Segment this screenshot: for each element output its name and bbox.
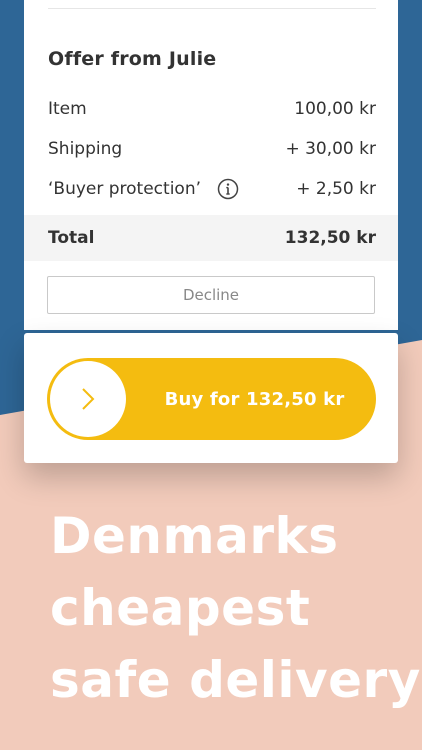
price-row-label: ‘Buyer protection’ <box>48 179 201 199</box>
buy-label: Buy for 132,50 kr <box>164 388 345 410</box>
price-row-value: + 2,50 kr <box>296 179 376 199</box>
total-value: 132,50 kr <box>284 228 376 248</box>
total-row: Total 132,50 kr <box>48 226 376 250</box>
price-row-buyer-protection: ‘Buyer protection’ + 2,50 kr <box>48 177 376 201</box>
promo-headline: Denmarks cheapest safe delivery <box>50 500 422 716</box>
promo-line: Denmarks <box>50 507 339 565</box>
buy-slider-button[interactable]: Buy for 132,50 kr <box>47 358 376 440</box>
decline-button[interactable]: Decline <box>47 276 375 314</box>
offer-card: Offer from Julie Item 100,00 kr Shipping… <box>24 0 398 330</box>
price-row-shipping: Shipping + 30,00 kr <box>48 137 376 161</box>
price-row-item: Item 100,00 kr <box>48 97 376 121</box>
price-row-label: Item <box>48 99 87 119</box>
promo-line: cheapest <box>50 579 311 637</box>
price-row-label: Shipping <box>48 139 123 159</box>
promo-line: safe delivery <box>50 651 421 709</box>
slider-knob[interactable] <box>50 361 126 437</box>
buy-card: Buy for 132,50 kr <box>24 333 398 463</box>
price-row-value: 100,00 kr <box>294 99 376 119</box>
offer-title: Offer from Julie <box>48 48 217 70</box>
info-icon[interactable] <box>217 178 239 200</box>
total-label: Total <box>48 228 95 248</box>
divider <box>48 8 376 9</box>
price-row-value: + 30,00 kr <box>285 139 376 159</box>
chevron-right-icon <box>82 388 95 410</box>
